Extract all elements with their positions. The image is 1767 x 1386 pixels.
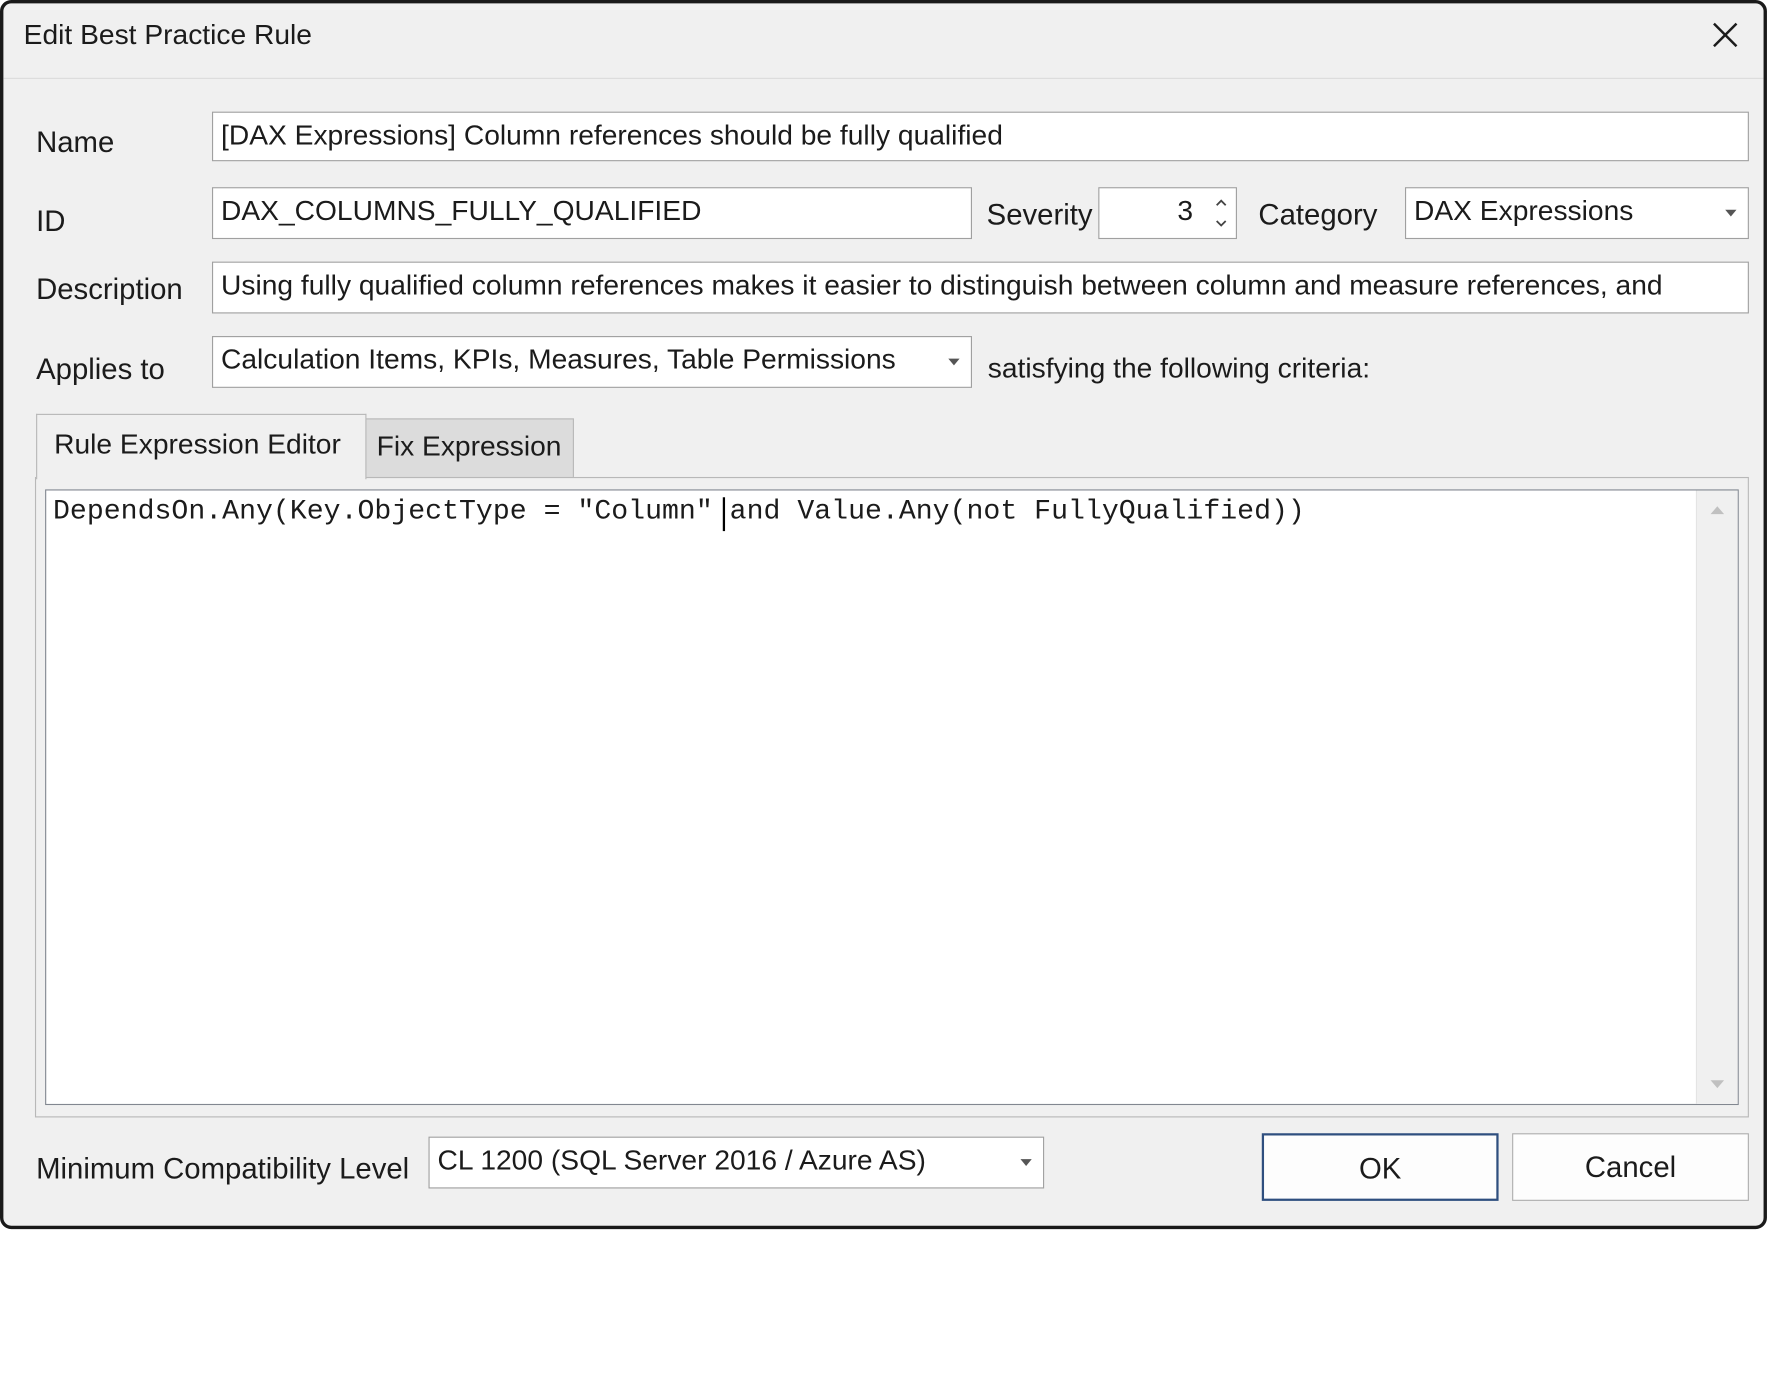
severity-stepper[interactable]: 3 [1098,187,1237,240]
applies-to-value: Calculation Items, KPIs, Measures, Table… [221,343,896,376]
edit-rule-dialog: Edit Best Practice Rule Name [DAX Expres… [0,0,1767,1386]
cancel-label: Cancel [1584,1150,1677,1184]
name-value: [DAX Expressions] Column references shou… [221,119,1003,152]
tab-fix-expression[interactable]: Fix Expression [364,418,574,479]
dropdown-arrow-icon [1020,1159,1032,1166]
dropdown-arrow-icon [948,358,960,366]
category-label: Category [1258,197,1378,232]
ok-button[interactable]: OK [1261,1133,1499,1201]
close-icon [1713,22,1738,48]
title-bar: Edit Best Practice Rule [3,3,1764,79]
id-field[interactable]: DAX_COLUMNS_FULLY_QUALIFIED [211,187,972,240]
dialog-frame: Edit Best Practice Rule Name [DAX Expres… [0,0,1767,1230]
criteria-text: satisfying the following criteria: [987,352,1371,385]
compat-dropdown[interactable]: CL 1200 (SQL Server 2016 / Azure AS) [428,1136,1045,1189]
tab-rule-expression-editor[interactable]: Rule Expression Editor [36,413,367,480]
close-button[interactable] [1700,15,1750,60]
id-value: DAX_COLUMNS_FULLY_QUALIFIED [221,195,702,227]
severity-label: Severity [986,197,1093,232]
id-label: ID [36,204,66,238]
cancel-button[interactable]: Cancel [1512,1133,1749,1201]
scroll-up-icon[interactable] [1710,506,1725,515]
expression-code: DependsOn.Any(Key.ObjectType = "Column" … [52,495,1305,528]
scroll-down-icon[interactable] [1710,1080,1725,1089]
compat-label: Minimum Compatibility Level [36,1151,410,1186]
tab-panel: DependsOn.Any(Key.ObjectType = "Column" … [34,476,1749,1118]
applies-to-dropdown[interactable]: Calculation Items, KPIs, Measures, Table… [211,336,972,388]
category-value: DAX Expressions [1414,195,1634,227]
description-field[interactable]: Using fully qualified column references … [211,261,1749,314]
ok-label: OK [1358,1151,1402,1186]
tab-label: Fix Expression [376,430,562,463]
applies-to-label: Applies to [36,351,165,386]
spin-up-icon[interactable] [1213,195,1229,211]
tab-label: Rule Expression Editor [54,428,341,461]
name-field[interactable]: [DAX Expressions] Column references shou… [211,111,1749,162]
vertical-scrollbar[interactable] [1695,490,1738,1104]
dialog-title: Edit Best Practice Rule [23,19,312,51]
description-label: Description [36,271,183,306]
category-dropdown[interactable]: DAX Expressions [1404,187,1749,240]
spin-down-icon[interactable] [1213,215,1229,231]
compat-value: CL 1200 (SQL Server 2016 / Azure AS) [437,1144,926,1177]
rule-expression-editor[interactable]: DependsOn.Any(Key.ObjectType = "Column" … [45,489,1739,1106]
text-caret [722,497,726,532]
severity-value: 3 [1177,195,1194,227]
name-label: Name [36,125,115,159]
description-value: Using fully qualified column references … [221,269,1663,302]
dropdown-arrow-icon [1725,209,1737,217]
